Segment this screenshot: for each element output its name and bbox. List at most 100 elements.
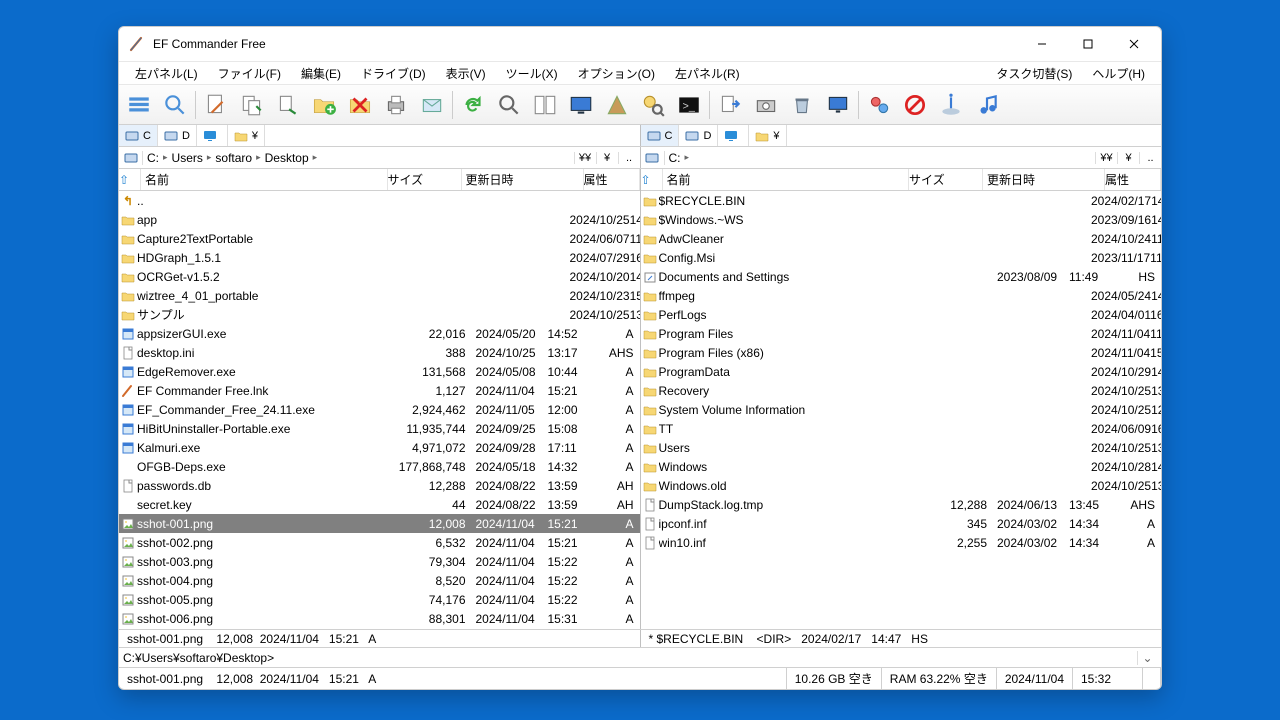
file-row[interactable]: HDGraph_1.5.12024/07/2916:00 — [119, 248, 640, 267]
drive-button[interactable]: D — [158, 125, 197, 146]
file-row[interactable]: Kalmuri.exe4,971,0722024/09/2817:11A — [119, 438, 640, 457]
file-row[interactable]: Config.Msi2023/11/1711:18HS — [641, 248, 1162, 267]
tool-finduser[interactable] — [635, 88, 671, 122]
col-name[interactable]: 名前 — [663, 169, 910, 190]
file-row[interactable]: サンプル2024/10/2513:32A — [119, 305, 640, 324]
btn-up-r[interactable]: ¥ — [1117, 152, 1139, 164]
tool-copy[interactable] — [234, 88, 270, 122]
tool-camera[interactable] — [748, 88, 784, 122]
file-row[interactable]: secret.key442024/08/2213:59AH — [119, 495, 640, 514]
tool-export[interactable] — [712, 88, 748, 122]
drive-button[interactable]: ¥ — [228, 125, 265, 146]
tool-find[interactable] — [491, 88, 527, 122]
minimize-button[interactable] — [1019, 29, 1065, 59]
file-row[interactable]: Windows.old2024/10/2513:16 — [641, 476, 1162, 495]
menu-item[interactable]: ツール(X) — [496, 64, 568, 84]
drive-button[interactable] — [718, 125, 749, 146]
file-row[interactable]: EF Commander Free.lnk1,1272024/11/0415:2… — [119, 381, 640, 400]
command-line[interactable]: C:¥Users¥softaro¥Desktop> ⌄ — [119, 647, 1161, 667]
file-row[interactable]: EF_Commander_Free_24.11.exe2,924,4622024… — [119, 400, 640, 419]
tool-edit[interactable] — [198, 88, 234, 122]
file-row[interactable]: app2024/10/2514:35A — [119, 210, 640, 229]
tool-info[interactable] — [933, 88, 969, 122]
file-row[interactable]: Capture2TextPortable2024/06/0711:12 — [119, 229, 640, 248]
left-panel-icon[interactable] — [119, 151, 143, 165]
command-dropdown-icon[interactable]: ⌄ — [1137, 651, 1157, 665]
file-row[interactable]: HiBitUninstaller-Portable.exe11,935,7442… — [119, 419, 640, 438]
menu-item[interactable]: ファイル(F) — [208, 64, 291, 84]
drive-button[interactable]: ¥ — [749, 125, 786, 146]
menu-item[interactable]: オプション(O) — [568, 64, 665, 84]
tool-newfolder[interactable] — [306, 88, 342, 122]
file-row[interactable]: ffmpeg2024/05/2414:24 — [641, 286, 1162, 305]
drive-button[interactable]: C — [641, 125, 680, 146]
file-row[interactable]: $RECYCLE.BIN2024/02/1714:47HS — [641, 191, 1162, 210]
file-row[interactable]: OCRGet-v1.5.22024/10/2014:40 — [119, 267, 640, 286]
up-arrow-icon[interactable]: ⇧ — [641, 169, 663, 190]
file-row[interactable]: sshot-004.png8,5202024/11/0415:22A — [119, 571, 640, 590]
breadcrumb-segment[interactable]: Users — [172, 151, 203, 165]
file-row[interactable]: $Windows.~WS2023/09/1614:54H — [641, 210, 1162, 229]
tool-list[interactable] — [121, 88, 157, 122]
file-row[interactable]: ipconf.inf3452024/03/0214:34A — [641, 514, 1162, 533]
tool-block[interactable] — [897, 88, 933, 122]
file-row[interactable]: Windows2024/10/2814:08 — [641, 457, 1162, 476]
col-attr[interactable]: 属性 — [584, 169, 640, 190]
left-header[interactable]: ⇧ 名前 サイズ 更新日時 属性 — [119, 169, 640, 191]
menu-item[interactable]: 左パネル(L) — [125, 64, 208, 84]
menu-item[interactable]: タスク切替(S) — [986, 64, 1082, 84]
tool-search[interactable] — [157, 88, 193, 122]
breadcrumb-segment[interactable]: Desktop — [265, 151, 309, 165]
file-row[interactable]: DumpStack.log.tmp12,2882024/06/1313:45AH… — [641, 495, 1162, 514]
tool-mail[interactable] — [414, 88, 450, 122]
drive-button[interactable]: D — [679, 125, 718, 146]
file-row[interactable]: Recovery2024/10/2513:07H — [641, 381, 1162, 400]
right-panel-icon[interactable] — [641, 151, 665, 165]
tool-monitor[interactable] — [820, 88, 856, 122]
file-row[interactable]: PerfLogs2024/04/0116:26 — [641, 305, 1162, 324]
file-row[interactable]: Program Files2024/11/0411:35R — [641, 324, 1162, 343]
file-row[interactable]: passwords.db12,2882024/08/2213:59AH — [119, 476, 640, 495]
close-button[interactable] — [1111, 29, 1157, 59]
btn-root-r[interactable]: ¥¥ — [1095, 152, 1117, 164]
drive-button[interactable]: C — [119, 125, 158, 146]
btn-dots[interactable]: .. — [618, 152, 640, 164]
file-row[interactable]: sshot-001.png12,0082024/11/0415:21A — [119, 514, 640, 533]
tool-move[interactable] — [270, 88, 306, 122]
tool-screen[interactable] — [563, 88, 599, 122]
file-row[interactable]: sshot-002.png6,5322024/11/0415:21A — [119, 533, 640, 552]
file-row[interactable]: AdwCleaner2024/10/2411:31 — [641, 229, 1162, 248]
file-row[interactable]: ↰.. — [119, 191, 640, 210]
tool-trash[interactable] — [784, 88, 820, 122]
tool-terminal[interactable]: >_ — [671, 88, 707, 122]
btn-up[interactable]: ¥ — [596, 152, 618, 164]
menu-item[interactable]: ヘルプ(H) — [1082, 64, 1155, 84]
tool-pyramid[interactable] — [599, 88, 635, 122]
right-header[interactable]: ⇧ 名前 サイズ 更新日時 属性 — [641, 169, 1162, 191]
file-row[interactable]: System Volume Information2024/10/2512:47… — [641, 400, 1162, 419]
file-row[interactable]: Documents and Settings2023/08/0911:49HS — [641, 267, 1162, 286]
breadcrumb-segment[interactable]: C: — [669, 151, 681, 165]
breadcrumb-segment[interactable]: C: — [147, 151, 159, 165]
left-filelist[interactable]: ↰..app2024/10/2514:35ACapture2TextPortab… — [119, 191, 640, 629]
file-row[interactable]: TT2024/06/0916:23 — [641, 419, 1162, 438]
menu-item[interactable]: 表示(V) — [436, 64, 496, 84]
right-filelist[interactable]: $RECYCLE.BIN2024/02/1714:47HS$Windows.~W… — [641, 191, 1162, 629]
right-breadcrumb[interactable]: C:▸ — [665, 151, 1096, 165]
file-row[interactable]: OFGB-Deps.exe177,868,7482024/05/1814:32A — [119, 457, 640, 476]
file-row[interactable]: Users2024/10/2513:09R — [641, 438, 1162, 457]
breadcrumb-segment[interactable]: softaro — [215, 151, 252, 165]
tool-refresh[interactable] — [455, 88, 491, 122]
left-breadcrumb[interactable]: C:▸Users▸softaro▸Desktop▸ — [143, 151, 574, 165]
up-arrow-icon[interactable]: ⇧ — [119, 169, 141, 190]
tool-gears[interactable] — [861, 88, 897, 122]
file-row[interactable]: Program Files (x86)2024/11/0415:21R — [641, 343, 1162, 362]
btn-dots-r[interactable]: .. — [1139, 152, 1161, 164]
col-size[interactable]: サイズ — [909, 169, 983, 190]
menu-item[interactable]: 左パネル(R) — [665, 64, 750, 84]
col-date[interactable]: 更新日時 — [462, 169, 584, 190]
col-size[interactable]: サイズ — [388, 169, 462, 190]
btn-root[interactable]: ¥¥ — [574, 152, 596, 164]
file-row[interactable]: sshot-006.png88,3012024/11/0415:31A — [119, 609, 640, 628]
menu-item[interactable]: ドライブ(D) — [351, 64, 436, 84]
